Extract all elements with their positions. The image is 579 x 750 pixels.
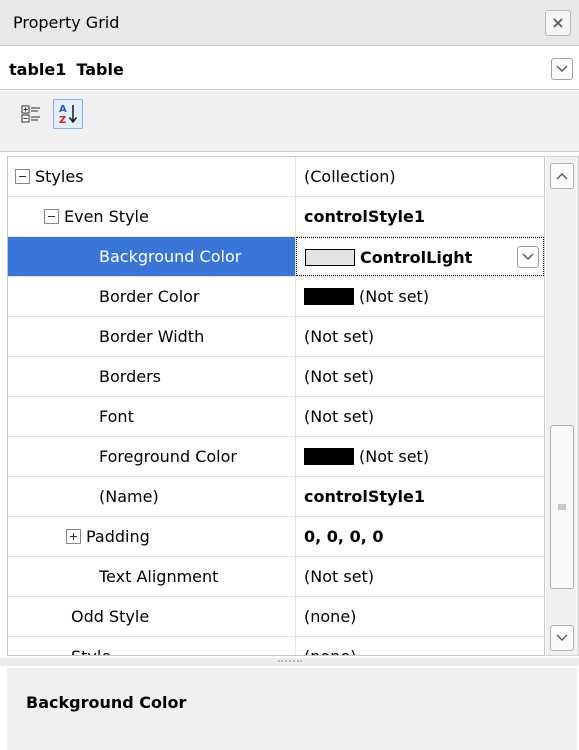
- property-name: Border Width: [99, 327, 205, 346]
- expand-icon[interactable]: [66, 529, 81, 544]
- property-row-borders[interactable]: Borders (Not set): [8, 357, 544, 397]
- scroll-down-button[interactable]: [550, 625, 574, 651]
- property-grid: Styles (Collection) Even Style controlSt…: [7, 156, 545, 656]
- property-value: (Not set): [304, 327, 375, 346]
- property-row-padding[interactable]: Padding 0, 0, 0, 0: [8, 517, 544, 557]
- property-row-odd-style[interactable]: Odd Style (none): [8, 597, 544, 637]
- property-name: Background Color: [99, 247, 242, 266]
- chevron-down-icon: [522, 253, 534, 260]
- property-row-font[interactable]: Font (Not set): [8, 397, 544, 437]
- splitter-grip-icon: [277, 660, 302, 664]
- color-swatch: [305, 249, 355, 266]
- grip-icon: [558, 504, 566, 510]
- property-name: Border Color: [99, 287, 200, 306]
- chevron-down-icon: [556, 65, 568, 72]
- color-swatch: [304, 288, 354, 305]
- object-selector[interactable]: table1 Table: [0, 48, 579, 90]
- property-value: (Not set): [304, 407, 375, 426]
- property-row-border-color[interactable]: Border Color (Not set): [8, 277, 544, 317]
- property-row-text-alignment[interactable]: Text Alignment (Not set): [8, 557, 544, 597]
- panel-title: Property Grid: [13, 13, 120, 32]
- sort-az-icon: A Z: [59, 104, 78, 126]
- svg-text:A: A: [59, 104, 67, 115]
- scroll-thumb[interactable]: [550, 425, 574, 589]
- scroll-up-button[interactable]: [550, 163, 574, 189]
- property-value: (Not set): [359, 287, 430, 306]
- property-row-border-width[interactable]: Border Width (Not set): [8, 317, 544, 357]
- property-value: ControlLight: [360, 248, 473, 267]
- property-value: (Collection): [304, 167, 396, 186]
- property-value: (none): [304, 647, 356, 655]
- svg-text:Z: Z: [59, 115, 66, 126]
- property-value: (none): [304, 607, 357, 626]
- property-toolbar: A Z: [0, 91, 579, 152]
- property-value: controlStyle1: [304, 207, 425, 226]
- property-row-name[interactable]: (Name) controlStyle1: [8, 477, 544, 517]
- property-name: Odd Style: [71, 607, 150, 626]
- property-value: 0, 0, 0, 0: [304, 527, 384, 546]
- property-row-style[interactable]: Style (none): [8, 637, 544, 655]
- property-name: Foreground Color: [99, 447, 237, 466]
- property-name: Even Style: [64, 207, 149, 226]
- property-name: Font: [99, 407, 134, 426]
- panel-splitter[interactable]: [0, 658, 579, 666]
- object-name: table1: [9, 60, 67, 79]
- collapse-icon[interactable]: [44, 209, 59, 224]
- property-name: Text Alignment: [99, 567, 219, 586]
- object-type: Table: [76, 60, 124, 79]
- property-value: (Not set): [359, 447, 430, 466]
- property-value: controlStyle1: [304, 487, 425, 506]
- panel-titlebar: Property Grid: [0, 0, 579, 46]
- property-name: Styles: [35, 167, 84, 186]
- color-swatch: [304, 448, 354, 465]
- description-panel: Background Color: [7, 668, 577, 750]
- categorized-button[interactable]: [16, 99, 46, 129]
- vertical-scrollbar[interactable]: [546, 156, 579, 656]
- property-name: Style: [71, 647, 111, 655]
- categorized-icon: [21, 105, 40, 123]
- property-name: (Name): [99, 487, 159, 506]
- property-row-foreground-color[interactable]: Foreground Color (Not set): [8, 437, 544, 477]
- collapse-icon[interactable]: [15, 169, 30, 184]
- property-row-styles[interactable]: Styles (Collection): [8, 157, 544, 197]
- close-button[interactable]: [545, 10, 571, 36]
- chevron-down-icon: [556, 634, 568, 641]
- property-row-background-color[interactable]: Background Color ControlLight: [8, 237, 544, 277]
- color-dropdown-button[interactable]: [517, 246, 539, 268]
- property-name: Padding: [86, 527, 150, 546]
- property-value: (Not set): [304, 367, 375, 386]
- close-icon: [553, 18, 563, 28]
- sort-alphabetical-button[interactable]: A Z: [53, 99, 83, 129]
- property-row-even-style[interactable]: Even Style controlStyle1: [8, 197, 544, 237]
- property-value: (Not set): [304, 567, 375, 586]
- chevron-up-icon: [556, 173, 568, 180]
- description-title: Background Color: [26, 693, 187, 712]
- object-selector-dropdown-button[interactable]: [551, 58, 573, 80]
- property-name: Borders: [99, 367, 161, 386]
